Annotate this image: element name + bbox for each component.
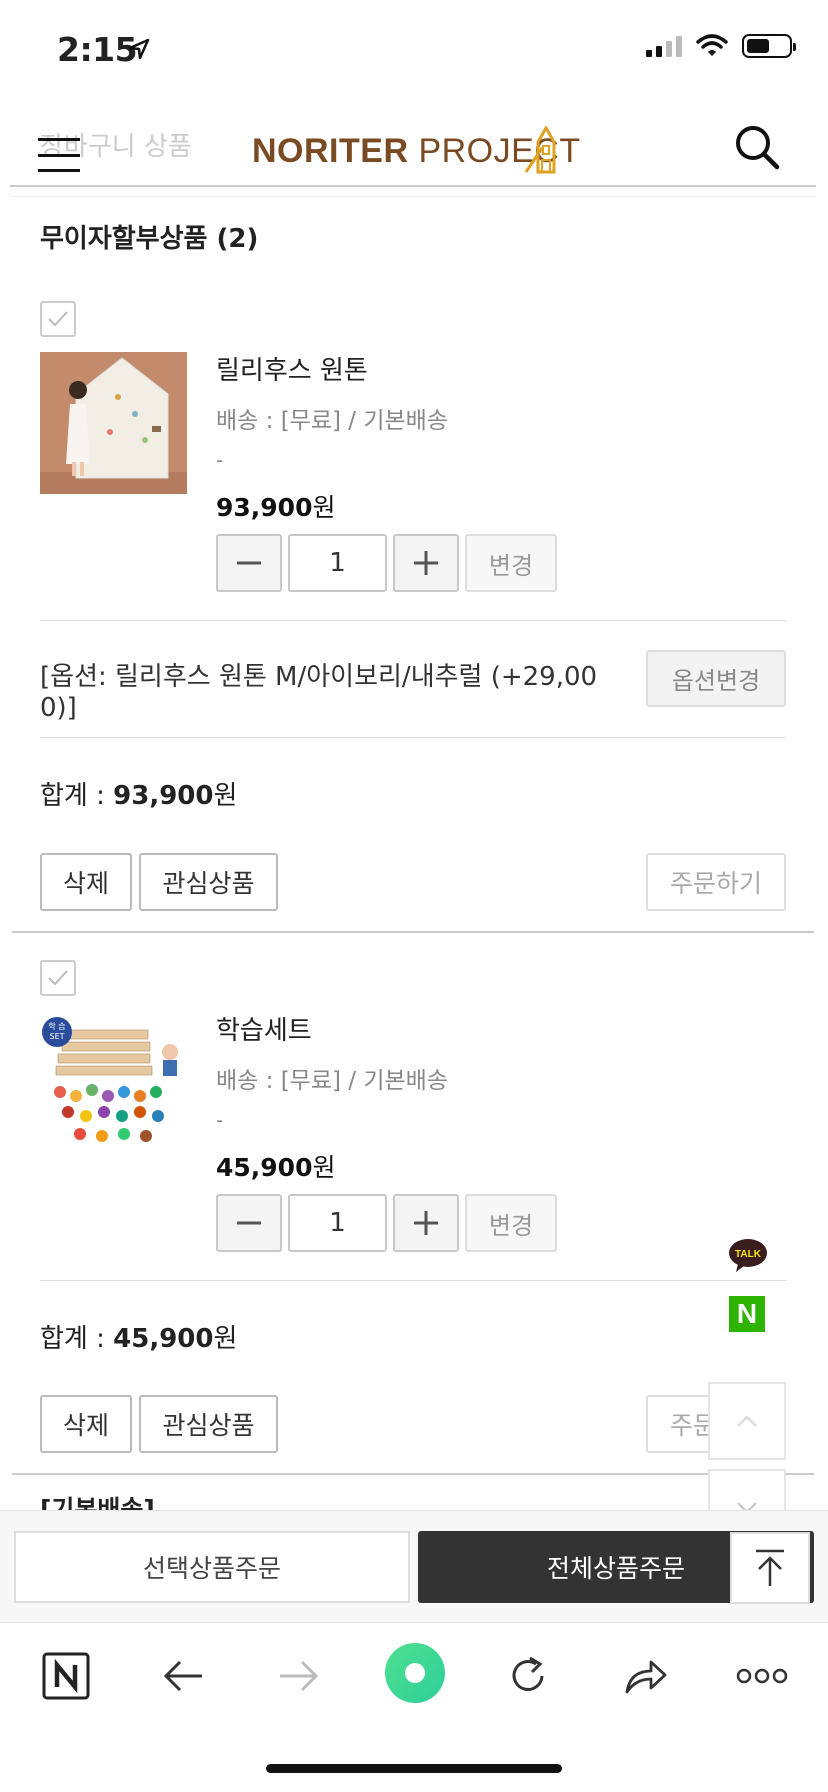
header-divider (10, 185, 816, 187)
quantity-increase-button[interactable] (393, 1194, 459, 1252)
quantity-change-button[interactable]: 변경 (465, 534, 557, 592)
product-name[interactable]: 학습세트 (216, 1010, 312, 1047)
product-checkbox[interactable] (40, 960, 76, 996)
product-divider (12, 1473, 814, 1475)
refresh-icon (512, 1656, 544, 1691)
back-button[interactable] (154, 1648, 214, 1704)
total-label: 합계 : (40, 1324, 114, 1354)
product-checkbox[interactable] (40, 301, 76, 337)
search-icon[interactable] (734, 124, 780, 170)
naver-icon[interactable]: N (729, 1296, 765, 1332)
total-number: 93,900 (113, 781, 214, 811)
total-unit: 원 (213, 1324, 238, 1354)
add-to-wishlist-button[interactable]: 관심상품 (139, 1395, 278, 1453)
quantity-increase-button[interactable] (393, 534, 459, 592)
thumbnail-badge-line1: 학 습 (48, 1021, 65, 1031)
order-selected-button[interactable]: 선택상품주문 (14, 1531, 410, 1603)
price-unit: 원 (312, 1153, 336, 1182)
price-unit: 원 (312, 493, 336, 522)
total-number: 45,900 (113, 1324, 214, 1354)
naver-n-icon (42, 1652, 90, 1700)
product-total: 합계 : 93,900원 (40, 775, 237, 812)
product-name[interactable]: 릴리후스 원톤 (216, 350, 368, 387)
option-text-line: [옵션: 릴리후스 원톤 M/아이보리/내추럴 (+29,00 (40, 662, 598, 692)
divider (40, 620, 786, 621)
quantity-input[interactable]: 1 (288, 1194, 387, 1252)
plus-icon (414, 1211, 438, 1235)
more-dots-icon (736, 1668, 788, 1684)
battery-icon (742, 34, 796, 58)
minus-icon (237, 561, 261, 565)
option-text-line: 0)] (40, 693, 77, 723)
product-option-dash: - (216, 1108, 224, 1132)
product-total: 합계 : 45,900원 (40, 1318, 237, 1355)
product-thumbnail[interactable] (40, 352, 187, 494)
scroll-up-button[interactable] (708, 1382, 786, 1460)
product-price: 45,900원 (216, 1148, 336, 1184)
share-button[interactable] (616, 1648, 676, 1704)
quantity-decrease-button[interactable] (216, 534, 282, 592)
price-number: 93,900 (216, 493, 313, 522)
home-indicator (266, 1764, 562, 1773)
chevron-up-icon (737, 1415, 757, 1427)
status-indicators (646, 34, 796, 58)
menu-icon[interactable] (38, 138, 80, 172)
wifi-icon (696, 34, 728, 56)
quantity-change-button[interactable]: 변경 (465, 1194, 557, 1252)
product-shipping: 배송 : [무료] / 기본배송 (216, 1068, 448, 1094)
product-price: 93,900원 (216, 488, 336, 524)
option-change-button[interactable]: 옵션변경 (646, 650, 786, 707)
delete-button[interactable]: 삭제 (40, 853, 132, 911)
quantity-input[interactable]: 1 (288, 534, 387, 592)
product-divider (12, 931, 814, 933)
cellular-signal-icon (646, 35, 682, 57)
arrow-left-icon (163, 1660, 202, 1692)
share-arrow-icon (625, 1660, 667, 1694)
product-thumbnail[interactable]: 학 습 SET (40, 1012, 187, 1154)
delete-button[interactable]: 삭제 (40, 1395, 132, 1453)
header-divider-light (10, 196, 816, 197)
arrow-up-to-top-icon (756, 1549, 784, 1586)
naver-home-button[interactable] (36, 1648, 96, 1704)
forward-button[interactable] (268, 1648, 328, 1704)
scroll-to-top-button[interactable] (730, 1532, 810, 1604)
plus-icon (414, 551, 438, 575)
location-arrow-icon (128, 38, 150, 60)
section-title: 무이자할부상품 (2) (40, 224, 259, 254)
status-time: 2:15 (57, 30, 138, 69)
kakao-talk-icon[interactable]: TALK (728, 1238, 768, 1274)
castle-logo-icon (524, 126, 556, 174)
green-dot-icon (385, 1643, 445, 1703)
more-button[interactable] (732, 1648, 792, 1704)
product-option-dash: - (216, 448, 224, 472)
minus-icon (237, 1221, 261, 1225)
price-number: 45,900 (216, 1153, 313, 1182)
add-to-wishlist-button[interactable]: 관심상품 (139, 853, 278, 911)
product-option-text: [옵션: 릴리후스 원톤 M/아이보리/내추럴 (+29,00 0)] (40, 662, 600, 724)
talk-label: TALK (735, 1249, 762, 1260)
reload-button[interactable] (498, 1648, 558, 1704)
total-unit: 원 (213, 781, 238, 811)
order-button[interactable]: 주문하기 (646, 853, 786, 911)
logo-bold-text: NORITER (252, 132, 409, 170)
total-label: 합계 : (40, 781, 114, 811)
divider (40, 1280, 786, 1281)
next-section-title-cut: [기본배송] (40, 1495, 155, 1510)
product-shipping: 배송 : [무료] / 기본배송 (216, 408, 448, 434)
arrow-right-icon (280, 1660, 319, 1692)
divider (40, 737, 786, 738)
green-dot-button[interactable] (384, 1642, 446, 1704)
thumbnail-badge-line2: SET (49, 1032, 64, 1041)
quantity-decrease-button[interactable] (216, 1194, 282, 1252)
